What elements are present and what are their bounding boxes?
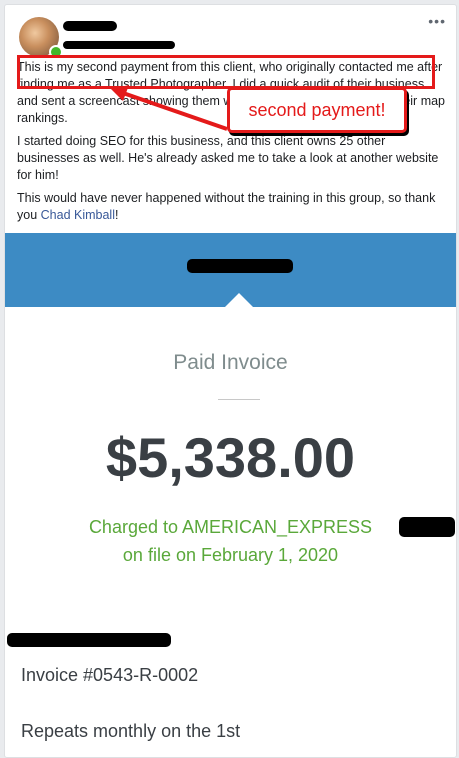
divider bbox=[218, 399, 260, 400]
charge-line-1: Charged to AMERICAN_EXPRESS bbox=[88, 517, 373, 537]
annotation-arrow-icon bbox=[111, 85, 228, 131]
invoice-recurrence: Repeats monthly on the 1st bbox=[21, 721, 241, 741]
redacted-client-name bbox=[7, 633, 171, 647]
tagged-user-link[interactable]: Chad Kimball bbox=[41, 208, 115, 222]
post-paragraph-3: This would have never happened without t… bbox=[17, 190, 447, 224]
charge-line-2: on file on February 1, 2020 bbox=[122, 545, 339, 565]
post-card: ••• This is my second payment from this … bbox=[4, 4, 457, 758]
annotation-callout: second payment! bbox=[227, 87, 407, 133]
banner-notch bbox=[225, 293, 253, 307]
charge-details: Charged to AMERICAN_EXPRESS on file on F… bbox=[5, 513, 456, 569]
invoice-number: Invoice #0543-R-0002 bbox=[21, 665, 199, 685]
invoice-status: Paid Invoice bbox=[173, 351, 288, 374]
post-paragraph-3-end: ! bbox=[114, 208, 119, 222]
redacted-card-digits bbox=[399, 517, 455, 537]
redacted-business-name bbox=[187, 259, 293, 273]
invoice-amount: $5,338.00 bbox=[105, 426, 356, 489]
